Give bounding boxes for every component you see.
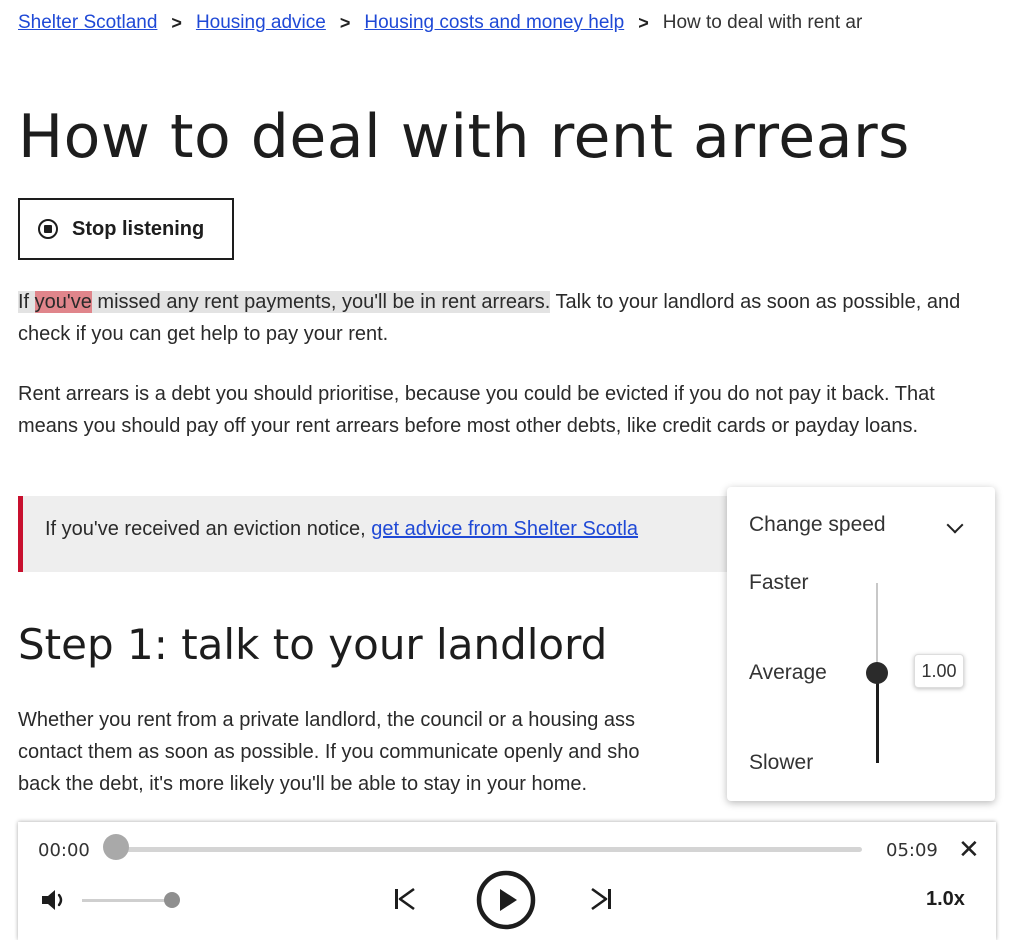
highlighted-sentence: If you've missed any rent payments, you'… [18,291,551,313]
duration: 05:09 [886,840,938,861]
breadcrumb-link-housing-costs[interactable]: Housing costs and money help [364,10,624,36]
volume-handle[interactable] [164,892,180,908]
step1-line: back the debt, it's more likely you'll b… [18,773,588,795]
skip-forward-icon [591,887,611,911]
sentence-start: If [18,291,35,313]
breadcrumb: Shelter Scotland > Housing advice > Hous… [18,10,862,36]
prioritise-paragraph: Rent arrears is a debt you should priori… [18,383,935,437]
chevron-down-icon[interactable] [946,516,964,534]
progress-track[interactable] [116,847,862,852]
sentence-rest: missed any rent payments, you'll be in r… [91,291,551,313]
stop-listening-button[interactable]: Stop listening [18,198,234,260]
current-time: 00:00 [38,840,90,861]
speed-label-slower: Slower [749,751,814,774]
speed-value-tooltip: 1.00 [914,654,964,688]
breadcrumb-link-shelter-scotland[interactable]: Shelter Scotland [18,10,157,36]
step1-line: Whether you rent from a private landlord… [18,709,635,731]
speed-panel: Change speed Faster Average Slower 1.00 [727,487,995,801]
callout-text-start: If you've received an eviction notice, [45,518,372,540]
step1-line: contact them as soon as possible. If you… [18,741,640,763]
step1-paragraph: Whether you rent from a private landlord… [18,704,738,800]
eviction-callout: If you've received an eviction notice, g… [18,496,738,572]
speed-label-faster: Faster [749,571,809,594]
previous-button[interactable] [390,884,420,914]
shelter-advice-link[interactable]: get advice from Shelter Scotla [371,518,638,540]
volume-track[interactable] [82,899,172,902]
close-icon: ✕ [958,834,980,864]
skip-back-icon [395,887,415,911]
play-button[interactable] [476,870,536,930]
highlighted-word: you've [34,291,92,313]
next-button[interactable] [586,884,616,914]
speed-slider-handle[interactable] [866,662,888,684]
chevron-right-icon: > [638,13,649,33]
page-title: How to deal with rent arrears [18,102,910,172]
chevron-right-icon: > [339,13,351,33]
progress-handle[interactable] [103,834,129,860]
speed-label-average: Average [749,661,827,684]
close-player-button[interactable]: ✕ [958,834,980,865]
chevron-right-icon: > [171,13,182,33]
stop-listening-label: Stop listening [72,217,205,240]
callout-text: If you've received an eviction notice, g… [45,518,638,541]
volume-icon[interactable] [40,888,68,912]
breadcrumb-link-housing-advice[interactable]: Housing advice [196,10,326,36]
playback-rate-button[interactable]: 1.0x [926,888,965,911]
speed-slider-fill [876,673,879,763]
breadcrumb-current: How to deal with rent ar [662,12,863,33]
change-speed-title[interactable]: Change speed [749,513,886,537]
stop-icon [38,219,58,239]
play-icon [476,870,536,930]
audio-player: 00:00 05:09 ✕ 1.0x [18,822,996,940]
intro-paragraph: If you've missed any rent payments, you'… [18,286,978,350]
step1-heading: Step 1: talk to your landlord [18,620,608,669]
